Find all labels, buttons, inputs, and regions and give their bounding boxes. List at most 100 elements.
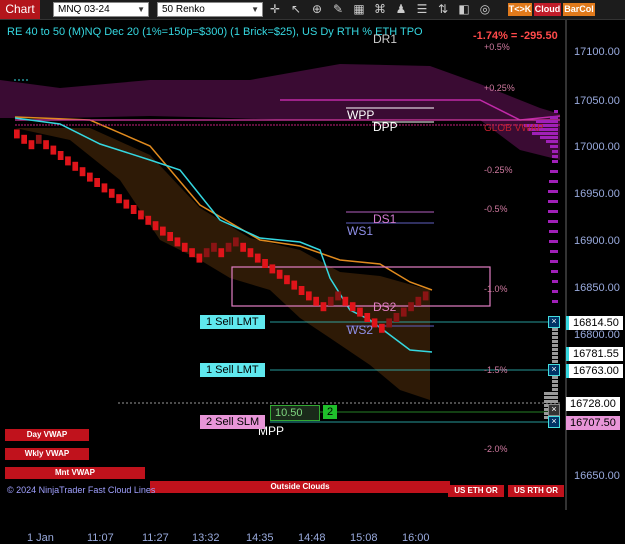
- renko-brick: [123, 199, 130, 209]
- instrument-value: MNQ 03-24: [58, 4, 110, 15]
- x-tick: 15:08: [350, 532, 378, 544]
- cancel-order-icon[interactable]: ×: [548, 364, 560, 376]
- volume-profile-bar: [549, 240, 558, 243]
- renko-brick: [393, 313, 400, 322]
- glob-vwap-label: GLOB VWAP: [484, 123, 544, 134]
- renko-brick: [87, 172, 93, 182]
- renko-brick: [43, 140, 49, 150]
- sell-lmt-order-2[interactable]: 1 Sell LMT: [200, 363, 265, 377]
- renko-brick: [408, 302, 414, 312]
- volume-profile-bar: [548, 210, 558, 213]
- indicators-icon[interactable]: ⌘: [373, 2, 387, 17]
- volume-profile-bar: [552, 336, 558, 339]
- sell-lmt-order-1[interactable]: 1 Sell LMT: [200, 315, 265, 329]
- instrument-select[interactable]: MNQ 03-24 ▼: [53, 2, 149, 17]
- y-tick: 17000.00: [574, 141, 620, 153]
- volume-profile-bar: [540, 136, 558, 139]
- volume-profile-bar: [552, 348, 558, 351]
- renko-brick: [28, 140, 35, 150]
- y-tick: 16650.00: [574, 470, 620, 482]
- renko-brick: [335, 291, 341, 301]
- y-tick: 16850.00: [574, 282, 620, 294]
- y-tick: 17050.00: [574, 95, 620, 107]
- ws1-label: WS1: [347, 224, 374, 238]
- renko-brick: [152, 221, 159, 231]
- pct-label: +0.25%: [484, 83, 515, 93]
- renko-brick: [196, 253, 203, 263]
- trader-icon[interactable]: ⇅: [436, 2, 450, 17]
- wkly-vwap-button[interactable]: Wkly VWAP: [5, 448, 89, 460]
- price-tag-16763: 16763.00: [566, 364, 623, 378]
- properties-icon[interactable]: ☰: [415, 2, 429, 17]
- y-tick: 16900.00: [574, 235, 620, 247]
- volume-profile-bar: [552, 300, 558, 303]
- tab-chart[interactable]: Chart: [0, 0, 40, 19]
- price-tag-16814: 16814.50: [566, 316, 623, 330]
- renko-brick: [14, 129, 20, 139]
- pct-label: -0.25%: [484, 165, 513, 175]
- renko-brick: [145, 215, 152, 225]
- pointer-icon[interactable]: ↖: [289, 2, 303, 17]
- mnt-vwap-button[interactable]: Mnt VWAP: [5, 467, 145, 479]
- renko-brick: [298, 286, 305, 295]
- cancel-order-icon[interactable]: ×: [548, 416, 560, 428]
- day-vwap-button[interactable]: Day VWAP: [5, 429, 89, 441]
- volume-profile-bar: [549, 180, 558, 183]
- price-tag-16728: 16728.00: [566, 397, 620, 411]
- renko-brick: [247, 248, 254, 258]
- renko-brick: [349, 302, 356, 312]
- x-tick: 11:07: [87, 532, 114, 544]
- x-tick: 11:27: [142, 532, 169, 544]
- draw-icon[interactable]: ✎: [331, 2, 345, 17]
- x-tick: 13:32: [192, 532, 220, 544]
- layers-icon[interactable]: ◧: [457, 2, 471, 17]
- renko-brick: [174, 237, 181, 247]
- volume-profile-bar: [552, 344, 558, 347]
- price-tag-16781: 16781.55: [566, 347, 623, 361]
- y-tick: 16950.00: [574, 188, 620, 200]
- pct-label: -1.0%: [484, 284, 508, 294]
- outside-clouds-button[interactable]: Outside Clouds: [150, 481, 450, 493]
- cloud-button[interactable]: Cloud: [534, 3, 561, 16]
- volume-profile-bar: [552, 155, 558, 158]
- volume-profile-bar: [552, 380, 558, 383]
- change-label: -1.74% = -295.50: [473, 30, 558, 42]
- pct-label: +0.5%: [484, 42, 510, 52]
- volume-profile-bar: [549, 230, 558, 233]
- volume-profile-bar: [552, 280, 558, 283]
- cancel-order-icon[interactable]: ×: [548, 316, 560, 328]
- tk-button[interactable]: T<>K: [508, 3, 532, 16]
- volume-profile-bar: [552, 150, 558, 153]
- renko-brick: [254, 253, 261, 263]
- volume-profile-bar: [544, 400, 558, 403]
- volume-profile-bar: [552, 352, 558, 355]
- chart-toolbar: Chart MNQ 03-24 ▼ 50 Renko ▼ ✛ ↖ ⊕ ✎ ▦ ⌘ ♟…: [0, 0, 625, 20]
- pct-label: -2.0%: [484, 444, 508, 454]
- bartype-select[interactable]: 50 Renko ▼: [157, 2, 263, 17]
- dpp-label: DPP: [373, 120, 398, 134]
- crosshair-icon[interactable]: ✛: [268, 2, 282, 17]
- zoom-icon[interactable]: ⊕: [310, 2, 324, 17]
- volume-profile-bar: [552, 360, 558, 363]
- us-rth-or-button[interactable]: US RTH OR: [508, 485, 564, 497]
- renko-brick: [262, 259, 268, 268]
- chart-panel[interactable]: RE 40 to 50 (M)NQ Dec 20 (1%=150p=$300) …: [0, 20, 625, 544]
- renko-brick: [342, 296, 349, 306]
- renko-brick: [240, 242, 246, 252]
- snapshot-icon[interactable]: ◎: [478, 2, 492, 17]
- volume-profile-bar: [552, 332, 558, 335]
- volume-profile-bar: [546, 140, 558, 143]
- cancel-order-icon[interactable]: ×: [548, 404, 560, 416]
- volume-profile-bar: [552, 290, 558, 293]
- pct-label: -1.5%: [484, 365, 508, 375]
- sell-slm-order[interactable]: 2 Sell SLM: [200, 415, 266, 429]
- ds1-label: DS1: [373, 212, 397, 226]
- templates-icon[interactable]: ▦: [352, 2, 366, 17]
- barcol-button[interactable]: BarCol: [563, 3, 595, 16]
- x-tick: 14:48: [298, 532, 326, 544]
- renko-brick: [130, 205, 137, 214]
- us-eth-or-button[interactable]: US ETH OR: [448, 485, 504, 497]
- strategies-icon[interactable]: ♟: [394, 2, 408, 17]
- volume-profile-bar: [544, 392, 558, 395]
- renko-brick: [306, 291, 312, 301]
